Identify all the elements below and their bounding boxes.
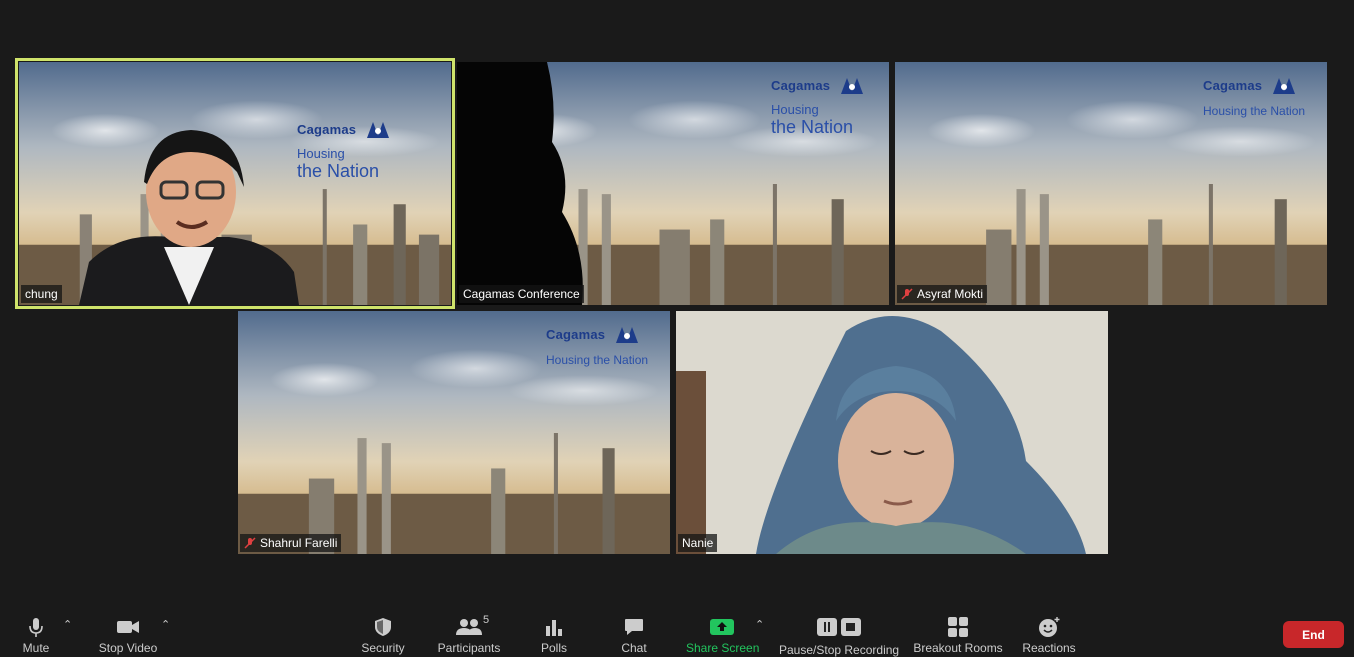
brand-logo-text: Cagamas xyxy=(771,78,831,94)
microphone-icon xyxy=(29,618,43,637)
chat-button[interactable]: Chat xyxy=(618,616,650,655)
brand-tagline: Housing the Nation xyxy=(546,353,649,367)
brand-tagline-1: Housing xyxy=(297,146,345,161)
stop-video-label: Stop Video xyxy=(98,641,158,655)
participant-name-label: Cagamas Conference xyxy=(459,285,584,303)
breakout-rooms-grid-icon xyxy=(948,617,968,637)
video-tile-chung[interactable]: Cagamas Housing the Nation chung xyxy=(19,62,451,305)
participant-name: chung xyxy=(25,287,58,301)
participants-count: 5 xyxy=(483,614,490,626)
polls-button[interactable]: Polls xyxy=(538,616,570,655)
cagamas-logo-icon xyxy=(366,122,389,138)
security-label: Security xyxy=(361,641,405,655)
person-silhouette xyxy=(457,62,583,305)
polls-bar-chart-icon xyxy=(546,620,562,636)
participants-button[interactable]: 5 Participants xyxy=(436,614,502,655)
brand-tagline: Housing the Nation xyxy=(1203,104,1306,118)
mute-label: Mute xyxy=(22,641,50,655)
video-options-chevron-icon[interactable]: ⌃ xyxy=(161,618,170,631)
end-meeting-button[interactable]: End xyxy=(1283,621,1344,648)
participant-name-label: Shahrul Farelli xyxy=(240,534,342,552)
reactions-button[interactable]: Reactions xyxy=(1021,616,1077,655)
participant-video xyxy=(676,311,1108,554)
brand-overlay: Cagamas Housing the Nation xyxy=(1203,76,1305,118)
brand-tagline-1: Housing xyxy=(771,102,819,117)
participant-name-label: Asyraf Mokti xyxy=(897,285,988,303)
video-tile-nanie[interactable]: Nanie xyxy=(676,311,1108,554)
security-button[interactable]: Security xyxy=(360,616,406,655)
participant-video xyxy=(79,130,299,305)
chat-label: Chat xyxy=(621,641,647,655)
video-camera-icon xyxy=(117,621,139,633)
brand-overlay: Cagamas Housing the Nation xyxy=(771,76,865,138)
chat-bubble-icon xyxy=(625,619,643,635)
polls-label: Polls xyxy=(540,641,567,655)
recording-label: Pause/Stop Recording xyxy=(779,643,900,657)
cagamas-logo-icon xyxy=(615,327,638,343)
brand-overlay: Cagamas Housing the Nation xyxy=(546,325,648,367)
cagamas-logo-icon xyxy=(1272,78,1295,94)
brand-logo-text: Cagamas xyxy=(546,327,606,343)
pause-stop-icon xyxy=(817,618,861,636)
brand-logo-text: Cagamas xyxy=(1203,78,1263,94)
participant-name: Cagamas Conference xyxy=(463,287,580,301)
share-options-chevron-icon[interactable]: ⌃ xyxy=(755,618,764,631)
brand-tagline-2: the Nation xyxy=(297,161,380,181)
cagamas-logo-icon xyxy=(840,78,863,94)
pause-stop-recording-button[interactable]: Pause/Stop Recording xyxy=(779,616,899,657)
shield-icon xyxy=(375,618,391,636)
video-tile-cagamas-conference[interactable]: Cagamas Housing the Nation Cagamas Confe… xyxy=(457,62,889,305)
mic-muted-icon xyxy=(244,537,256,549)
brand-logo-text: Cagamas xyxy=(297,122,357,138)
participant-name-label: chung xyxy=(21,285,62,303)
audio-options-chevron-icon[interactable]: ⌃ xyxy=(63,618,72,631)
smiley-plus-icon xyxy=(1039,617,1060,637)
meeting-toolbar: Mute ⌃ Stop Video ⌃ Security 5 Participa… xyxy=(0,607,1354,657)
brand-overlay: Cagamas Housing the Nation xyxy=(297,120,391,182)
mute-button[interactable]: Mute xyxy=(18,616,54,655)
participant-name: Asyraf Mokti xyxy=(917,287,984,301)
share-screen-button[interactable]: Share Screen xyxy=(686,616,760,655)
participant-name: Nanie xyxy=(682,536,714,550)
reactions-label: Reactions xyxy=(1022,641,1076,655)
breakout-rooms-label: Breakout Rooms xyxy=(913,641,1003,655)
stop-video-button[interactable]: Stop Video xyxy=(96,616,160,655)
brand-tagline-2: the Nation xyxy=(771,117,854,137)
video-tile-asyraf-mokti[interactable]: Cagamas Housing the Nation Asyraf Mokti xyxy=(895,62,1327,305)
share-screen-arrow-icon xyxy=(710,619,734,635)
participant-name: Shahrul Farelli xyxy=(260,536,338,550)
participants-icon xyxy=(456,619,482,635)
mic-muted-icon xyxy=(901,288,913,300)
video-tile-shahrul-farelli[interactable]: Cagamas Housing the Nation Shahrul Farel… xyxy=(238,311,670,554)
participant-name-label: Nanie xyxy=(678,534,718,552)
share-screen-label: Share Screen xyxy=(686,641,760,655)
participants-label: Participants xyxy=(437,641,501,655)
breakout-rooms-button[interactable]: Breakout Rooms xyxy=(912,616,1004,655)
